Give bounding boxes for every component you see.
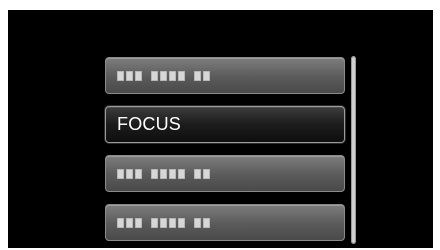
menu-item-focus[interactable]: FOCUS xyxy=(105,106,345,143)
menu-list: FOCUS xyxy=(105,57,345,248)
scrollbar-thumb[interactable] xyxy=(352,57,355,243)
scrollbar[interactable] xyxy=(351,56,356,244)
obscured-label xyxy=(117,69,212,83)
menu-item-label: FOCUS xyxy=(117,114,181,134)
obscured-label xyxy=(117,216,212,230)
menu-item-obscured-3[interactable] xyxy=(105,204,345,241)
menu-item-obscured-1[interactable] xyxy=(105,57,345,94)
obscured-label xyxy=(117,167,212,181)
menu-item-obscured-2[interactable] xyxy=(105,155,345,192)
camera-menu-screen: FOCUS xyxy=(8,10,433,248)
